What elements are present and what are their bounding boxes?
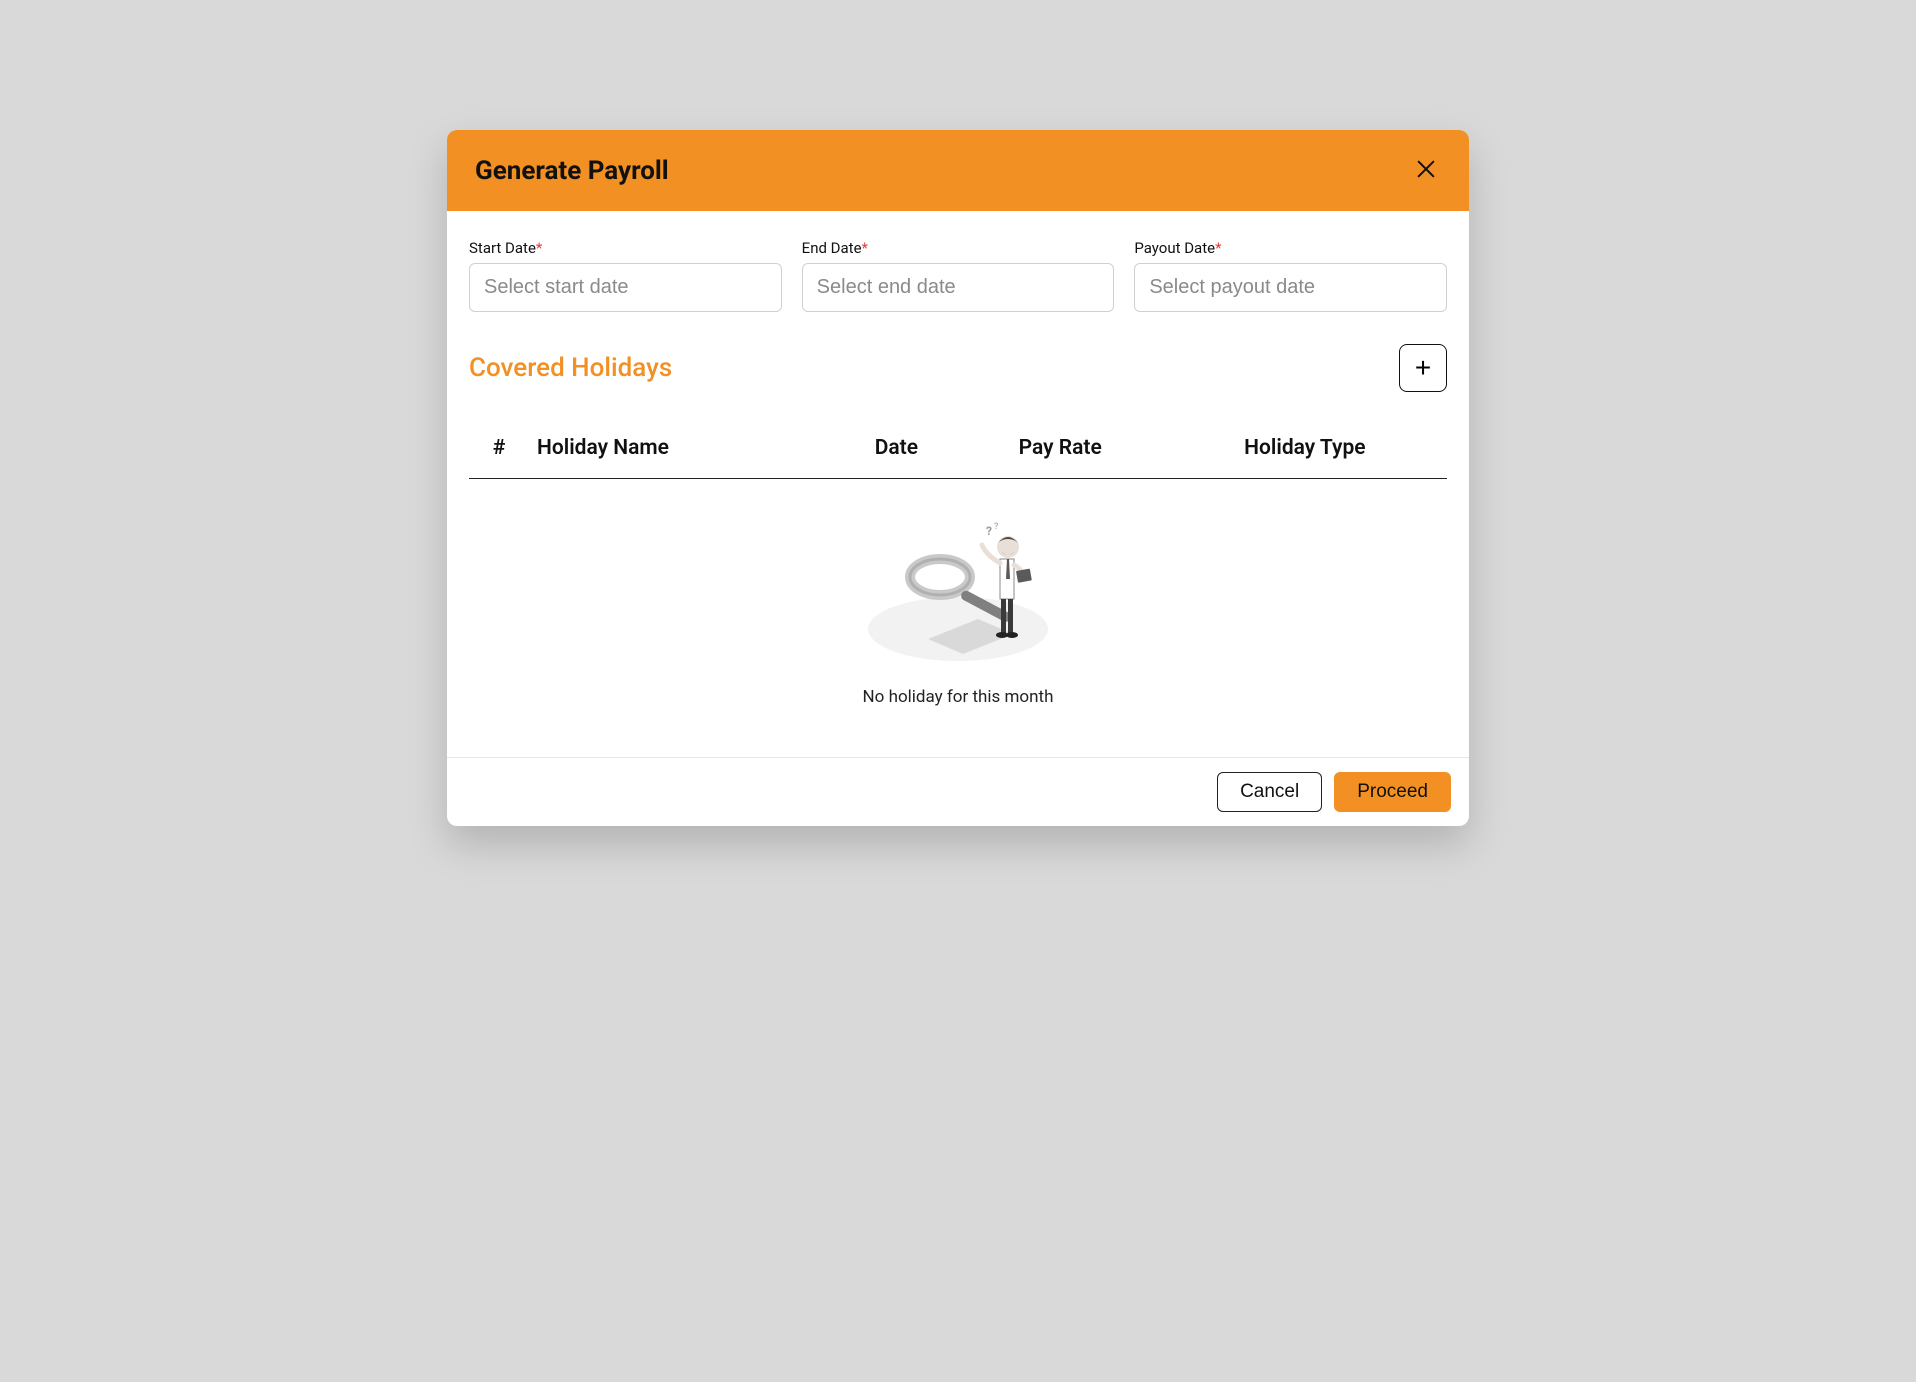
generate-payroll-modal: Generate Payroll Start Date* End Date* bbox=[447, 130, 1469, 826]
column-header-pay-rate: Pay Rate bbox=[958, 422, 1163, 479]
column-header-holiday-type: Holiday Type bbox=[1163, 422, 1447, 479]
svg-text:?: ? bbox=[986, 524, 992, 538]
start-date-field-group: Start Date* bbox=[469, 239, 782, 312]
empty-state-text: No holiday for this month bbox=[469, 687, 1447, 707]
end-date-input[interactable] bbox=[802, 263, 1115, 312]
column-header-date: Date bbox=[835, 422, 958, 479]
column-header-holiday-name: Holiday Name bbox=[529, 422, 835, 479]
date-fields-row: Start Date* End Date* Payout Date* bbox=[469, 239, 1447, 312]
required-mark: * bbox=[862, 239, 868, 257]
svg-text:?: ? bbox=[994, 522, 999, 532]
plus-icon: + bbox=[1415, 354, 1431, 382]
start-date-input[interactable] bbox=[469, 263, 782, 312]
covered-holidays-title: Covered Holidays bbox=[469, 353, 672, 383]
required-mark: * bbox=[1215, 239, 1221, 257]
modal-footer: Cancel Proceed bbox=[447, 757, 1469, 826]
empty-state-illustration: ? ? bbox=[858, 499, 1058, 669]
modal-title: Generate Payroll bbox=[475, 156, 669, 186]
end-date-label-text: End Date bbox=[802, 239, 862, 257]
required-mark: * bbox=[536, 239, 542, 257]
modal-body: Start Date* End Date* Payout Date* Cover… bbox=[447, 211, 1469, 757]
payout-date-label-text: Payout Date bbox=[1134, 239, 1215, 257]
add-holiday-button[interactable]: + bbox=[1399, 344, 1447, 392]
close-button[interactable] bbox=[1411, 154, 1441, 187]
holidays-table: # Holiday Name Date Pay Rate Holiday Typ… bbox=[469, 422, 1447, 717]
proceed-button[interactable]: Proceed bbox=[1334, 772, 1451, 812]
modal-header: Generate Payroll bbox=[447, 130, 1469, 211]
end-date-field-group: End Date* bbox=[802, 239, 1115, 312]
start-date-label: Start Date* bbox=[469, 239, 782, 257]
end-date-label: End Date* bbox=[802, 239, 1115, 257]
payout-date-field-group: Payout Date* bbox=[1134, 239, 1447, 312]
payout-date-label: Payout Date* bbox=[1134, 239, 1447, 257]
column-header-number: # bbox=[469, 422, 529, 479]
cancel-button[interactable]: Cancel bbox=[1217, 772, 1322, 812]
payout-date-input[interactable] bbox=[1134, 263, 1447, 312]
covered-holidays-header: Covered Holidays + bbox=[469, 344, 1447, 392]
close-icon bbox=[1415, 168, 1437, 183]
empty-state: ? ? No holiday for this month bbox=[469, 479, 1447, 717]
start-date-label-text: Start Date bbox=[469, 239, 536, 257]
